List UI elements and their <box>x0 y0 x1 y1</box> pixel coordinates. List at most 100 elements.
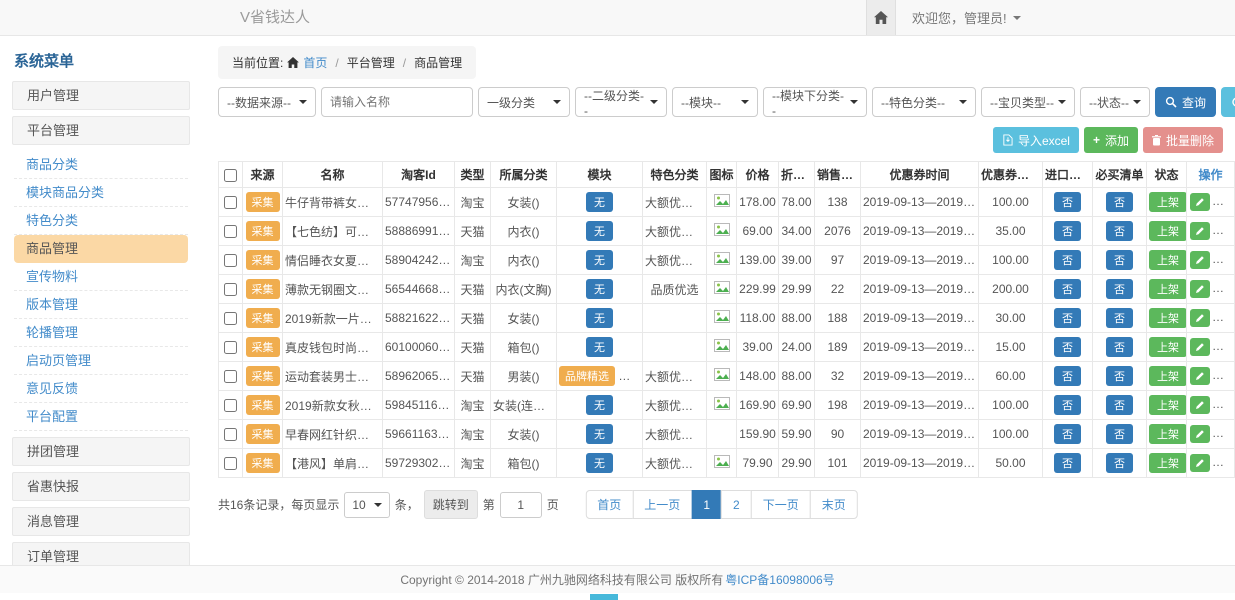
import-excel-button[interactable]: 导入excel <box>993 127 1079 153</box>
module-badge[interactable]: 品牌精选 <box>559 366 615 386</box>
sidebar-subitem-active[interactable]: 商品管理 <box>14 235 188 263</box>
row-checkbox[interactable] <box>224 457 237 470</box>
imported-toggle[interactable]: 否 <box>1054 221 1081 241</box>
item-type-filter[interactable]: --宝贝类型-- <box>981 87 1075 117</box>
sidebar-subitem[interactable]: 平台配置 <box>14 403 188 431</box>
status-button[interactable]: 上架 <box>1149 308 1187 328</box>
imported-toggle[interactable]: 否 <box>1054 424 1081 444</box>
select-all-checkbox[interactable] <box>224 169 237 182</box>
status-button[interactable]: 上架 <box>1149 395 1187 415</box>
edit-button[interactable] <box>1190 338 1210 356</box>
module-badge[interactable]: 无 <box>586 424 613 444</box>
must-buy-toggle[interactable]: 否 <box>1106 308 1133 328</box>
edit-button[interactable] <box>1190 222 1210 240</box>
module-subcategory-filter[interactable]: --模块下分类-- <box>763 87 867 117</box>
status-button[interactable]: 上架 <box>1149 250 1187 270</box>
module-filter[interactable]: --模块-- <box>672 87 758 117</box>
imported-toggle[interactable]: 否 <box>1054 308 1081 328</box>
module-badge[interactable]: 无 <box>586 308 613 328</box>
must-buy-toggle[interactable]: 否 <box>1106 221 1133 241</box>
row-checkbox[interactable] <box>224 312 237 325</box>
sidebar-group-item[interactable]: 消息管理 <box>12 507 190 536</box>
must-buy-toggle[interactable]: 否 <box>1106 250 1133 270</box>
status-button[interactable]: 上架 <box>1149 337 1187 357</box>
module-badge[interactable]: 无 <box>586 337 613 357</box>
prev-page-button[interactable]: 上一页 <box>632 490 692 519</box>
level2-category-filter[interactable]: --二级分类-- <box>575 87 667 117</box>
module-badge[interactable]: 无 <box>586 221 613 241</box>
module-badge[interactable]: 无 <box>586 250 613 270</box>
must-buy-toggle[interactable]: 否 <box>1106 279 1133 299</box>
row-checkbox[interactable] <box>224 370 237 383</box>
edit-button[interactable] <box>1190 367 1210 385</box>
jump-page-input[interactable] <box>500 492 542 518</box>
must-buy-toggle[interactable]: 否 <box>1106 453 1133 473</box>
imported-toggle[interactable]: 否 <box>1054 250 1081 270</box>
breadcrumb-home-link[interactable]: 首页 <box>303 54 327 71</box>
sidebar-group-item[interactable]: 拼团管理 <box>12 437 190 466</box>
edit-button[interactable] <box>1190 251 1210 269</box>
page-1-button[interactable]: 1 <box>691 490 722 519</box>
module-badge[interactable]: 无 <box>586 192 613 212</box>
must-buy-toggle[interactable]: 否 <box>1106 337 1133 357</box>
search-button[interactable]: 查询 <box>1155 87 1216 117</box>
module-badge[interactable]: 无 <box>586 395 613 415</box>
icp-link[interactable]: 粤ICP备16098006号 <box>725 571 834 588</box>
must-buy-toggle[interactable]: 否 <box>1106 395 1133 415</box>
edit-button[interactable] <box>1190 454 1210 472</box>
batch-delete-button[interactable]: 批量删除 <box>1143 127 1223 153</box>
edit-button[interactable] <box>1190 396 1210 414</box>
module-badge[interactable]: 无 <box>586 453 613 473</box>
sidebar-subitem[interactable]: 启动页管理 <box>14 347 188 375</box>
must-buy-toggle[interactable]: 否 <box>1106 192 1133 212</box>
status-filter[interactable]: --状态-- <box>1080 87 1150 117</box>
sidebar-subitem[interactable]: 版本管理 <box>14 291 188 319</box>
level1-category-filter[interactable]: 一级分类 <box>478 87 570 117</box>
imported-toggle[interactable]: 否 <box>1054 337 1081 357</box>
imported-toggle[interactable]: 否 <box>1054 192 1081 212</box>
row-checkbox[interactable] <box>224 341 237 354</box>
imported-toggle[interactable]: 否 <box>1054 395 1081 415</box>
row-checkbox[interactable] <box>224 428 237 441</box>
next-page-button[interactable]: 下一页 <box>751 490 811 519</box>
add-button[interactable]: + 添加 <box>1084 127 1138 153</box>
edit-button[interactable] <box>1190 280 1210 298</box>
status-button[interactable]: 上架 <box>1149 221 1187 241</box>
sidebar-group-item[interactable]: 订单管理 <box>12 542 190 565</box>
sidebar-subitem[interactable]: 宣传物料 <box>14 263 188 291</box>
row-checkbox[interactable] <box>224 254 237 267</box>
sidebar-group-item[interactable]: 省惠快报 <box>12 472 190 501</box>
row-checkbox[interactable] <box>224 196 237 209</box>
must-buy-toggle[interactable]: 否 <box>1106 366 1133 386</box>
status-button[interactable]: 上架 <box>1149 424 1187 444</box>
imported-toggle[interactable]: 否 <box>1054 453 1081 473</box>
edit-button[interactable] <box>1190 425 1210 443</box>
sidebar-subitem[interactable]: 模块商品分类 <box>14 179 188 207</box>
row-checkbox[interactable] <box>224 283 237 296</box>
status-button[interactable]: 上架 <box>1149 192 1187 212</box>
page-2-button[interactable]: 2 <box>721 490 752 519</box>
edit-button[interactable] <box>1190 193 1210 211</box>
sidebar-subitem[interactable]: 特色分类 <box>14 207 188 235</box>
sidebar-group-item[interactable]: 用户管理 <box>12 81 190 110</box>
module-badge[interactable]: 无 <box>586 279 613 299</box>
edit-button[interactable] <box>1190 309 1210 327</box>
feature-category-filter[interactable]: --特色分类-- <box>872 87 976 117</box>
imported-toggle[interactable]: 否 <box>1054 279 1081 299</box>
name-search-input[interactable] <box>321 87 473 117</box>
row-checkbox[interactable] <box>224 399 237 412</box>
home-button[interactable] <box>866 0 896 35</box>
first-page-button[interactable]: 首页 <box>585 490 633 519</box>
status-button[interactable]: 上架 <box>1149 279 1187 299</box>
user-menu[interactable]: 欢迎您，管理员! <box>912 8 1021 27</box>
imported-toggle[interactable]: 否 <box>1054 366 1081 386</box>
sidebar-subitem[interactable]: 意见反馈 <box>14 375 188 403</box>
status-button[interactable]: 上架 <box>1149 366 1187 386</box>
last-page-button[interactable]: 末页 <box>810 490 858 519</box>
per-page-select[interactable]: 10 <box>344 492 389 518</box>
data-source-filter[interactable]: --数据来源-- <box>218 87 316 117</box>
reset-button[interactable]: 重置 <box>1221 87 1235 117</box>
jump-button[interactable]: 跳转到 <box>424 490 478 519</box>
sidebar-subitem[interactable]: 商品分类 <box>14 151 188 179</box>
row-checkbox[interactable] <box>224 225 237 238</box>
